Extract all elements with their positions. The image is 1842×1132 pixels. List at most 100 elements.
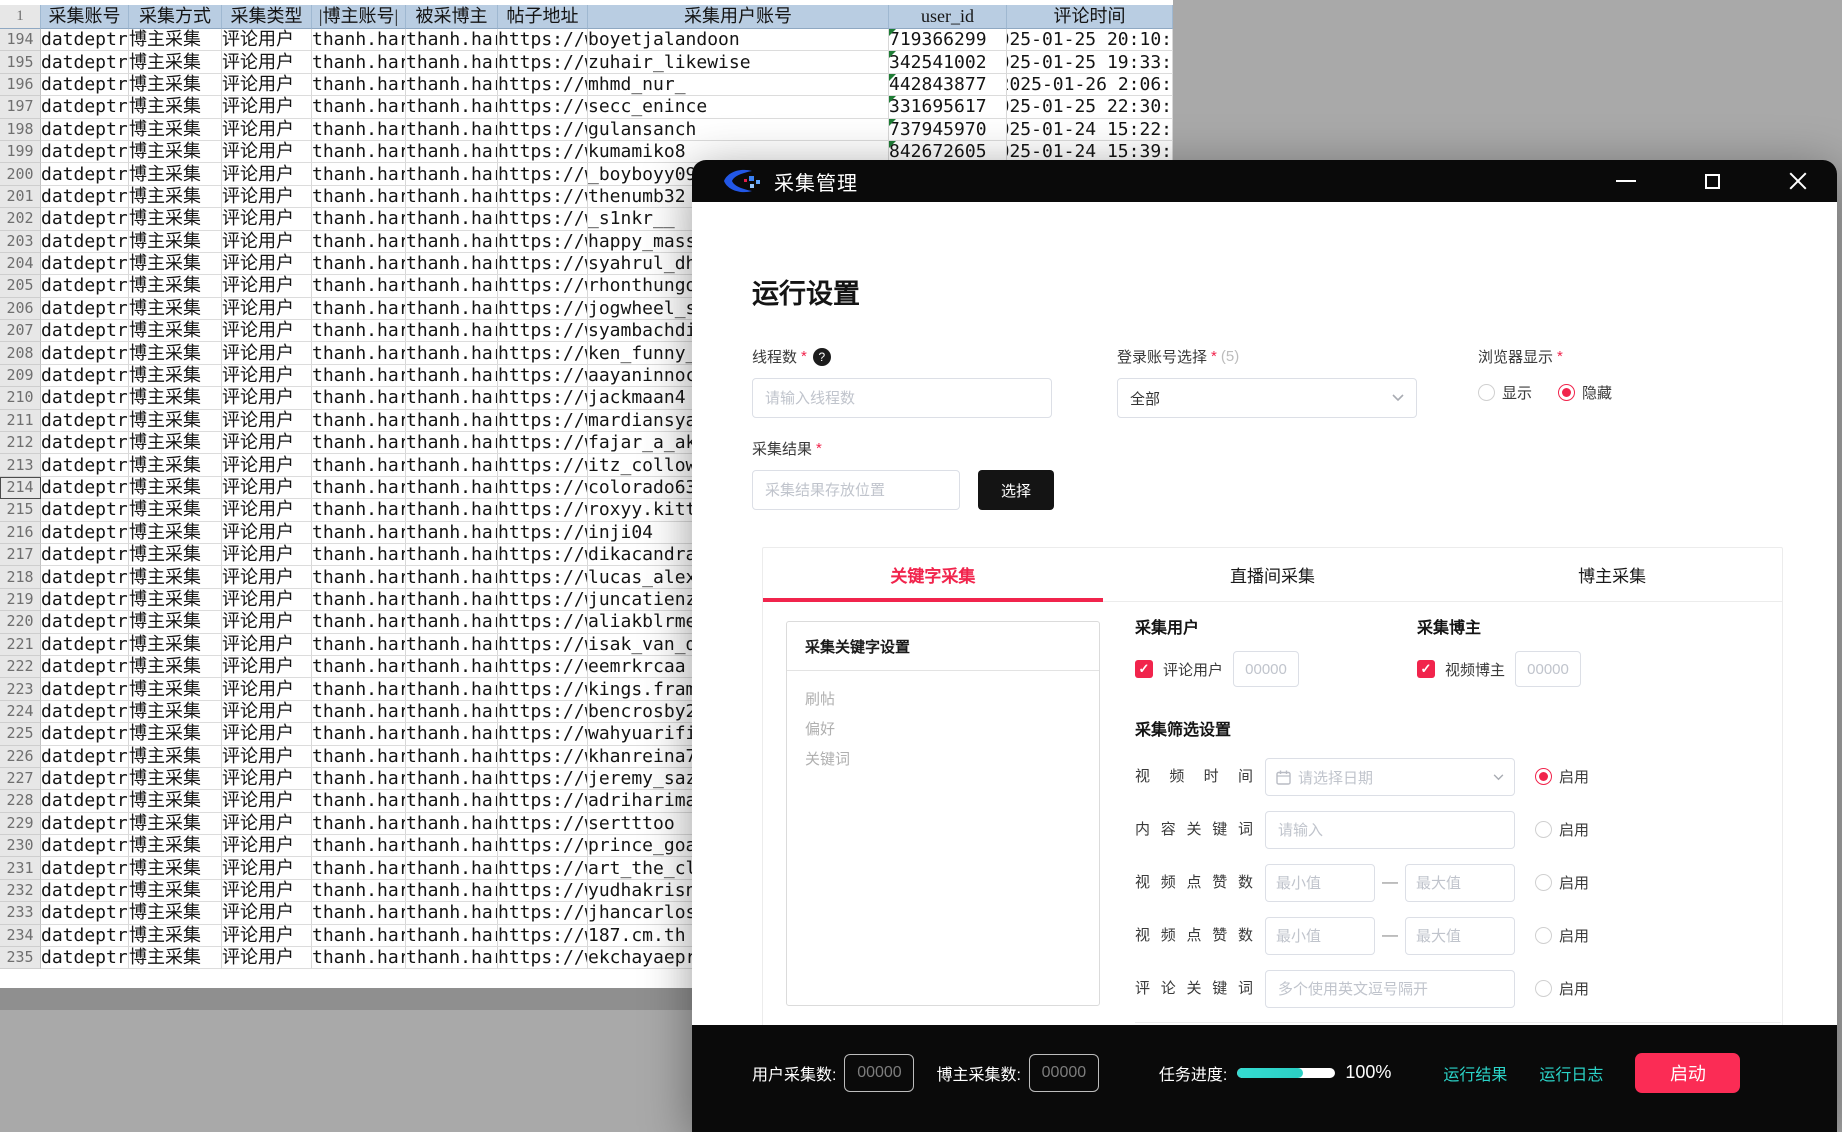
cell-collect-account[interactable]: datdeptra	[41, 141, 129, 163]
cell-collected-blogger[interactable]: thanh.har	[406, 208, 498, 230]
cell-post-url[interactable]: https://w	[498, 835, 588, 857]
row-number[interactable]: 232	[0, 880, 41, 902]
cell-collect-method[interactable]: 博主采集	[129, 275, 222, 297]
row-number[interactable]: 200	[0, 163, 41, 185]
keyword-item-keyword[interactable]: 关键词	[805, 745, 1081, 775]
comment-keyword-enable-radio[interactable]: 启用	[1535, 978, 1589, 999]
cell-collect-account[interactable]: datdeptra	[41, 163, 129, 185]
cell-collect-account[interactable]: datdeptra	[41, 477, 129, 499]
cell-collect-type[interactable]: 评论用户	[222, 231, 312, 253]
row-number[interactable]: 207	[0, 320, 41, 342]
cell-post-url[interactable]: https://w	[498, 880, 588, 902]
cell-blogger-account[interactable]: thanh.har	[312, 141, 406, 163]
cell-post-url[interactable]: https://w	[498, 656, 588, 678]
cell-collect-type[interactable]: 评论用户	[222, 275, 312, 297]
cell-collect-account[interactable]: datdeptra	[41, 208, 129, 230]
cell-collect-account[interactable]: datdeptra	[41, 678, 129, 700]
row-number[interactable]: 219	[0, 589, 41, 611]
cell-collected-user[interactable]: gulansanch	[588, 119, 889, 141]
cell-collected-blogger[interactable]: thanh.har	[406, 477, 498, 499]
cell-blogger-account[interactable]: thanh.har	[312, 365, 406, 387]
cell-collect-method[interactable]: 博主采集	[129, 51, 222, 73]
cell-collect-method[interactable]: 博主采集	[129, 231, 222, 253]
cell-collected-blogger[interactable]: thanh.har	[406, 790, 498, 812]
cell-collected-user[interactable]: zuhair_likewise	[588, 51, 889, 73]
cell-collect-account[interactable]: datdeptra	[41, 925, 129, 947]
cell-collected-blogger[interactable]: thanh.har	[406, 410, 498, 432]
cell-collected-blogger[interactable]: thanh.har	[406, 678, 498, 700]
cell-collected-blogger[interactable]: thanh.har	[406, 947, 498, 969]
cell-collected-blogger[interactable]: thanh.har	[406, 701, 498, 723]
comment-user-count-input[interactable]	[1233, 651, 1299, 687]
cell-collected-blogger[interactable]: thanh.har	[406, 813, 498, 835]
row-number[interactable]: 209	[0, 365, 41, 387]
cell-collect-type[interactable]: 评论用户	[222, 634, 312, 656]
row-number[interactable]: 206	[0, 298, 41, 320]
cell-post-url[interactable]: https://w	[498, 566, 588, 588]
cell-collect-type[interactable]: 评论用户	[222, 477, 312, 499]
cell-collect-type[interactable]: 评论用户	[222, 813, 312, 835]
cell-post-url[interactable]: https://w	[498, 522, 588, 544]
cell-collect-method[interactable]: 博主采集	[129, 298, 222, 320]
cell-collected-blogger[interactable]: thanh.har	[406, 902, 498, 924]
cell-blogger-account[interactable]: thanh.har	[312, 678, 406, 700]
cell-collected-user[interactable]: mhmd_nur_	[588, 74, 889, 96]
cell-collected-blogger[interactable]: thanh.har	[406, 566, 498, 588]
cell-post-url[interactable]: https://w	[498, 947, 588, 969]
cell-collect-type[interactable]: 评论用户	[222, 723, 312, 745]
cell-collect-account[interactable]: datdeptra	[41, 74, 129, 96]
cell-blogger-account[interactable]: thanh.har	[312, 163, 406, 185]
cell-collect-account[interactable]: datdeptra	[41, 746, 129, 768]
cell-collect-type[interactable]: 评论用户	[222, 522, 312, 544]
cell-post-url[interactable]: https://w	[498, 275, 588, 297]
cell-collect-account[interactable]: datdeptra	[41, 432, 129, 454]
cell-blogger-account[interactable]: thanh.har	[312, 298, 406, 320]
cell-comment-time[interactable]: 2025-01-24 15:22:	[1007, 119, 1173, 141]
row-number[interactable]: 204	[0, 253, 41, 275]
cell-comment-time[interactable]: 2025-01-25 19:33:	[1007, 51, 1173, 73]
cell-collect-type[interactable]: 评论用户	[222, 656, 312, 678]
cell-collected-user[interactable]: secc_enince	[588, 96, 889, 118]
cell-blogger-account[interactable]: thanh.har	[312, 477, 406, 499]
cell-collect-method[interactable]: 博主采集	[129, 499, 222, 521]
cell-collected-blogger[interactable]: thanh.har	[406, 432, 498, 454]
cell-collect-account[interactable]: datdeptra	[41, 813, 129, 835]
cell-post-url[interactable]: https://w	[498, 857, 588, 879]
cell-collected-blogger[interactable]: thanh.har	[406, 119, 498, 141]
row-number[interactable]: 212	[0, 432, 41, 454]
cell-collect-method[interactable]: 博主采集	[129, 656, 222, 678]
cell-collect-method[interactable]: 博主采集	[129, 790, 222, 812]
row-number[interactable]: 221	[0, 634, 41, 656]
cell-blogger-account[interactable]: thanh.har	[312, 454, 406, 476]
cell-blogger-account[interactable]: thanh.har	[312, 432, 406, 454]
start-button[interactable]: 启动	[1635, 1053, 1740, 1093]
cell-post-url[interactable]: https://w	[498, 701, 588, 723]
cell-collect-account[interactable]: datdeptra	[41, 96, 129, 118]
thread-count-input[interactable]	[752, 378, 1052, 418]
cell-post-url[interactable]: https://w	[498, 902, 588, 924]
cell-collect-type[interactable]: 评论用户	[222, 141, 312, 163]
cell-collect-account[interactable]: datdeptra	[41, 275, 129, 297]
cell-collected-blogger[interactable]: thanh.har	[406, 186, 498, 208]
radio-browser-hide[interactable]: 隐藏	[1558, 382, 1612, 403]
row-number[interactable]: 224	[0, 701, 41, 723]
cell-blogger-account[interactable]: thanh.har	[312, 96, 406, 118]
cell-collect-method[interactable]: 博主采集	[129, 634, 222, 656]
row-number[interactable]: 225	[0, 723, 41, 745]
cell-collect-account[interactable]: datdeptra	[41, 51, 129, 73]
cell-post-url[interactable]: https://w	[498, 410, 588, 432]
row-number[interactable]: 223	[0, 678, 41, 700]
col-header-blogger-account[interactable]: |博主账号|	[312, 5, 406, 29]
user-count-display[interactable]	[844, 1054, 914, 1092]
row-number[interactable]: 217	[0, 544, 41, 566]
cell-post-url[interactable]: https://w	[498, 342, 588, 364]
cell-collected-blogger[interactable]: thanh.har	[406, 835, 498, 857]
cell-collect-type[interactable]: 评论用户	[222, 768, 312, 790]
cell-collected-blogger[interactable]: thanh.har	[406, 499, 498, 521]
cell-collected-blogger[interactable]: thanh.har	[406, 768, 498, 790]
comment-user-checkbox[interactable]	[1135, 660, 1153, 678]
row-number[interactable]: 208	[0, 342, 41, 364]
cell-post-url[interactable]: https://w	[498, 611, 588, 633]
cell-collect-method[interactable]: 博主采集	[129, 566, 222, 588]
row-number[interactable]: 231	[0, 857, 41, 879]
